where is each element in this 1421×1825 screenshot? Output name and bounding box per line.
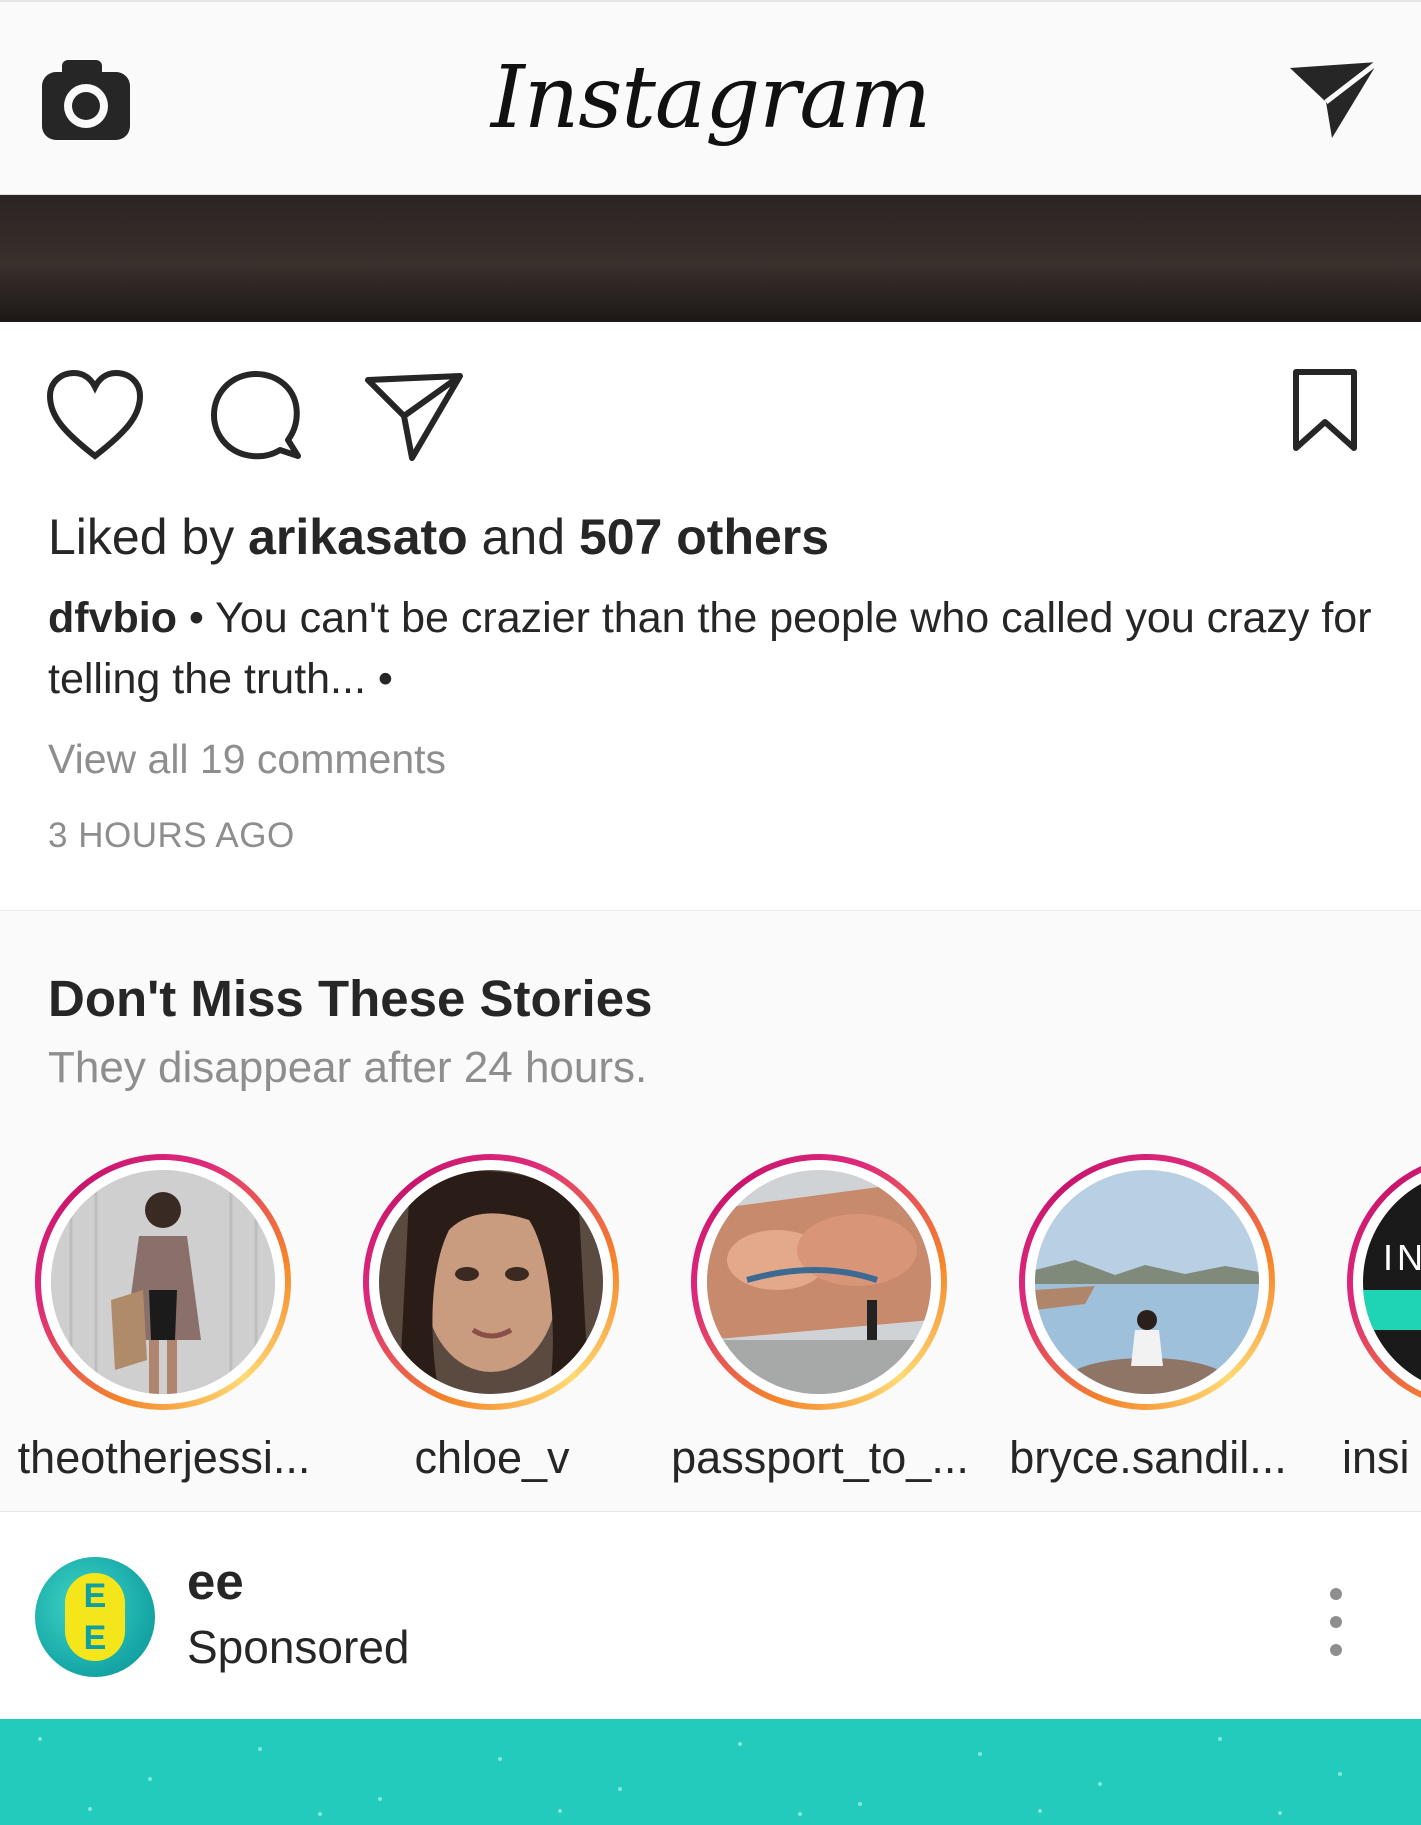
story-item[interactable]: bryce.sandil... (984, 1154, 1312, 1494)
stories-title: Don't Miss These Stories (48, 970, 653, 1027)
sponsor-account-name[interactable]: ee (187, 1552, 244, 1611)
heart-icon[interactable] (44, 368, 146, 464)
more-options-icon[interactable] (1316, 1582, 1356, 1662)
svg-text:IN: IN (1383, 1237, 1421, 1278)
stories-section: Don't Miss These Stories They disappear … (0, 910, 1421, 1512)
story-ring (691, 1154, 947, 1410)
share-icon[interactable] (364, 372, 464, 464)
sponsored-image-pattern (38, 1737, 1342, 1816)
sponsored-post-header: EE ee Sponsored (0, 1512, 1421, 1719)
story-ring (363, 1154, 619, 1410)
bookmark-icon[interactable] (1290, 368, 1360, 454)
story-avatar (1035, 1170, 1259, 1394)
story-ring: IN (1347, 1154, 1421, 1410)
ee-avatar[interactable]: EE (35, 1557, 155, 1677)
story-item[interactable]: passport_to_... (656, 1154, 984, 1494)
story-username: theotherjessi... (17, 1432, 311, 1483)
sponsored-image[interactable] (0, 1719, 1421, 1825)
instagram-logo: Instagram (490, 48, 931, 148)
caption-text: • You can't be crazier than the people w… (48, 594, 1372, 703)
story-avatar (707, 1170, 931, 1394)
liked-by-user[interactable]: arikasato (248, 509, 468, 565)
likes-and: and (467, 509, 579, 565)
story-avatar (51, 1170, 275, 1394)
story-username: passport_to_... (671, 1432, 969, 1483)
story-item[interactable]: IN insi (1312, 1154, 1421, 1494)
story-username: insi (1342, 1432, 1410, 1483)
story-item[interactable]: theotherjessi... (0, 1154, 328, 1494)
story-ring (1019, 1154, 1275, 1410)
likes-others[interactable]: 507 others (579, 509, 829, 565)
post-caption: dfvbio • You can't be crazier than the p… (48, 588, 1378, 710)
top-bar: Instagram (0, 0, 1421, 195)
likes-summary[interactable]: Liked by arikasato and 507 others (48, 508, 829, 566)
view-comments-link[interactable]: View all 19 comments (48, 736, 446, 783)
caption-username[interactable]: dfvbio (48, 594, 177, 642)
story-avatar: IN (1363, 1170, 1421, 1394)
paper-plane-icon[interactable] (1286, 58, 1382, 146)
story-avatar (379, 1170, 603, 1394)
post-image[interactable] (0, 195, 1421, 322)
story-item[interactable]: chloe_v (328, 1154, 656, 1494)
story-username: bryce.sandil... (1009, 1432, 1287, 1483)
likes-prefix: Liked by (48, 509, 249, 565)
story-ring (35, 1154, 291, 1410)
comment-icon[interactable] (208, 368, 304, 464)
stories-subtitle: They disappear after 24 hours. (48, 1043, 648, 1092)
sponsored-label[interactable]: Sponsored (187, 1620, 410, 1674)
ee-logo-letters: EE (83, 1577, 107, 1657)
story-username: chloe_v (414, 1432, 570, 1483)
post-timestamp: 3 HOURS AGO (48, 816, 295, 855)
